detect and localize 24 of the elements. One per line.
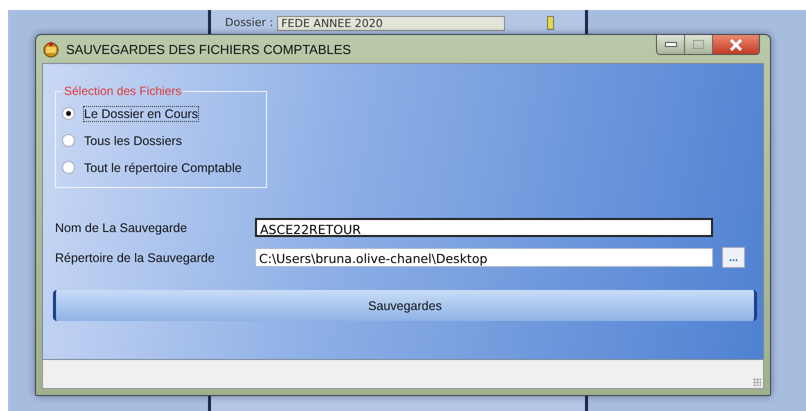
input-field[interactable]: ASCE22RETOUR xyxy=(255,218,713,237)
minimize-icon xyxy=(664,42,676,47)
field-label: Dossier : xyxy=(225,16,274,30)
maximize-icon xyxy=(693,40,704,49)
app-icon xyxy=(42,40,60,58)
save-button[interactable]: Sauvegardes xyxy=(53,290,757,321)
group-title: Sélection des Fichiers xyxy=(63,84,182,98)
option-label[interactable]: Tout le répertoire Comptable xyxy=(83,160,243,176)
close-button[interactable] xyxy=(713,35,759,54)
option-label[interactable]: Tous les Dossiers xyxy=(83,132,183,148)
radio-button[interactable] xyxy=(62,161,75,174)
text-field[interactable]: FEDE ANNEE 2020 xyxy=(277,16,506,31)
radio-button[interactable] xyxy=(62,134,75,147)
close-icon xyxy=(729,38,743,50)
maximize-button[interactable] xyxy=(685,35,713,54)
minimize-button[interactable] xyxy=(657,35,685,54)
browse-button[interactable]: ... xyxy=(722,247,745,268)
resize-grip-icon xyxy=(753,378,761,386)
input-field[interactable]: C:\Users\bruna.olive-chanel\Desktop xyxy=(255,248,713,267)
field-label: Répertoire de la Sauvegarde xyxy=(55,250,216,264)
radio-button[interactable] xyxy=(62,107,75,120)
field-label: Nom de La Sauvegarde xyxy=(55,220,188,234)
window-title: SAUVEGARDES DES FICHIERS COMPTABLES xyxy=(66,42,352,56)
option-label[interactable]: Le Dossier en Cours xyxy=(83,106,199,122)
